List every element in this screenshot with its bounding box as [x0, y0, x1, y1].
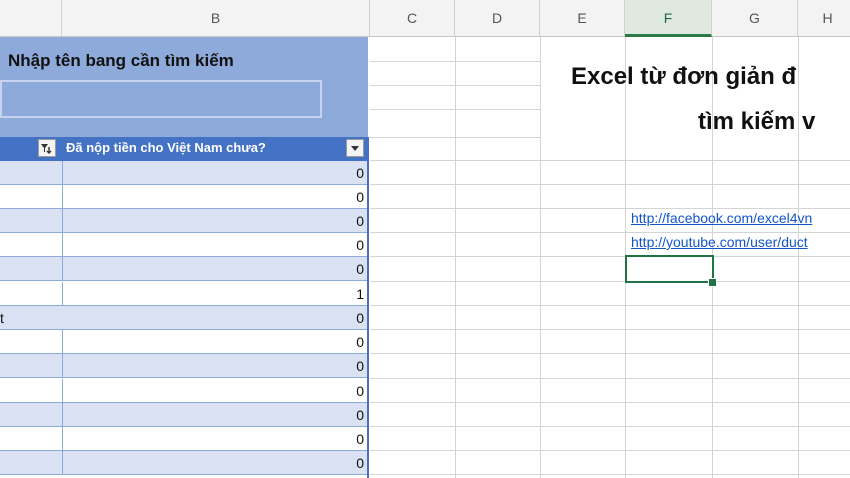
table-row[interactable]: 0 [0, 451, 368, 475]
column-header-h[interactable]: H [798, 0, 850, 36]
table-row[interactable]: 0 [0, 161, 368, 185]
facebook-link[interactable]: http://facebook.com/excel4vn [631, 210, 812, 226]
table-row[interactable]: 1 [0, 282, 368, 306]
row-value: 0 [356, 358, 364, 374]
chevron-down-icon [351, 146, 359, 151]
table-row[interactable]: 0 [0, 379, 368, 403]
table-row[interactable]: 0 [0, 354, 368, 378]
search-input[interactable] [0, 80, 322, 118]
dropdown-button[interactable] [346, 139, 364, 157]
banner-title-line-1: Excel từ đơn giản đ [571, 63, 797, 90]
table-row[interactable]: 0 [0, 427, 368, 451]
youtube-link[interactable]: http://youtube.com/user/duct [631, 234, 808, 250]
search-panel: Nhập tên bang cần tìm kiếm [0, 37, 368, 139]
filter-applied-button[interactable] [38, 139, 56, 157]
row-value: 0 [356, 310, 364, 326]
column-header-b[interactable]: B [62, 0, 370, 36]
row-value: 1 [356, 286, 364, 302]
row-value: 0 [356, 261, 364, 277]
table-row[interactable]: t0 [0, 306, 368, 330]
row-value: 0 [356, 334, 364, 350]
table-row[interactable]: 0 [0, 185, 368, 209]
row-value: 0 [356, 213, 364, 229]
row-value: 0 [356, 237, 364, 253]
row-value: 0 [356, 455, 364, 471]
column-header-d[interactable]: D [455, 0, 540, 36]
row-value: 0 [356, 383, 364, 399]
row-value: 0 [356, 189, 364, 205]
row-value: 0 [356, 431, 364, 447]
table-row[interactable]: 0 [0, 403, 368, 427]
active-cell[interactable] [625, 255, 714, 283]
banner-title-line-2: tìm kiếm v [698, 108, 816, 135]
column-header-f[interactable]: F [625, 0, 712, 37]
row-label: t [0, 310, 4, 326]
table-row[interactable]: 0 [0, 233, 368, 257]
row-value: 0 [356, 165, 364, 181]
column-header-c[interactable]: C [370, 0, 455, 36]
table-header-row: Đã nộp tiền cho Việt Nam chưa? [0, 137, 368, 161]
filter-icon [41, 144, 52, 154]
row-value: 0 [356, 407, 364, 423]
table-row[interactable]: 0 [0, 257, 368, 281]
column-header-e[interactable]: E [540, 0, 625, 36]
table-row[interactable]: 0 [0, 209, 368, 233]
column-header-blank[interactable] [0, 0, 62, 36]
table-header-label: Đã nộp tiền cho Việt Nam chưa? [66, 140, 266, 155]
column-header-g[interactable]: G [712, 0, 798, 36]
table-row[interactable]: 0 [0, 330, 368, 354]
column-header-bar: B C D E F G H [0, 0, 850, 37]
table-right-border [367, 137, 369, 478]
search-panel-title: Nhập tên bang cần tìm kiếm [8, 51, 234, 70]
fill-handle[interactable] [708, 278, 717, 287]
